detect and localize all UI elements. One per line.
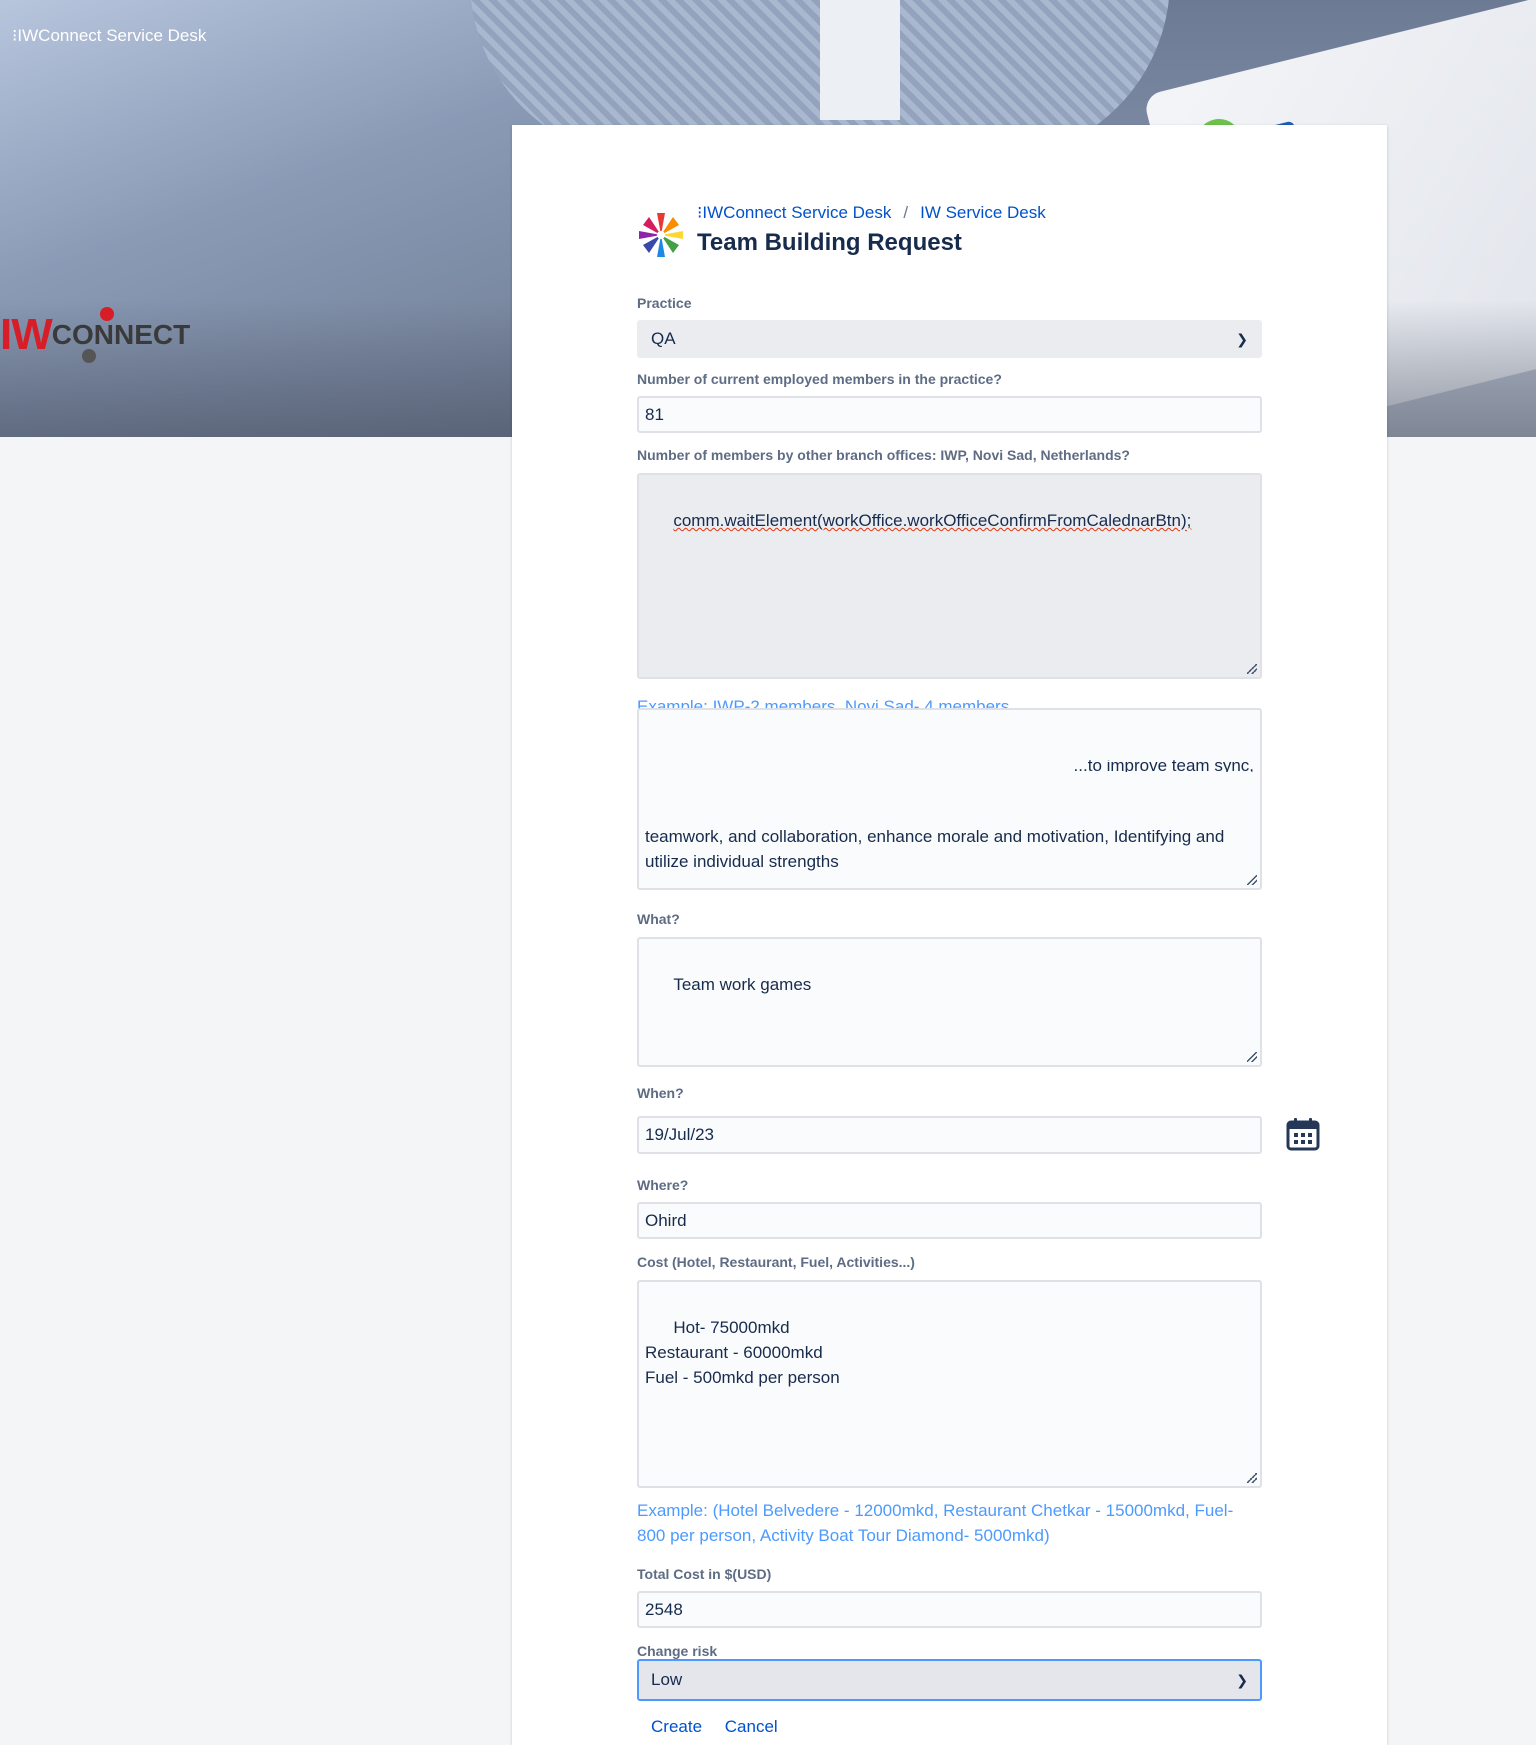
cancel-button[interactable]: Cancel bbox=[725, 1717, 778, 1736]
goals-textarea[interactable]: ...to improve team sync, teamwork, and c… bbox=[637, 708, 1262, 890]
branch-members-value: comm.waitElement(workOffice.workOfficeCo… bbox=[673, 511, 1192, 530]
resize-handle-icon[interactable] bbox=[1247, 664, 1257, 674]
breadcrumb: ⁝IWConnect Service Desk / IW Service Desk bbox=[697, 203, 1046, 223]
page-title: Team Building Request bbox=[697, 229, 962, 256]
breadcrumb-service-desk-link[interactable]: IW Service Desk bbox=[920, 203, 1046, 222]
when-label: When? bbox=[637, 1085, 684, 1101]
where-input[interactable]: Ohird bbox=[637, 1202, 1262, 1239]
practice-select[interactable]: QA ❯ bbox=[637, 320, 1262, 358]
request-form-card: ⁝IWConnect Service Desk / IW Service Desk … bbox=[512, 125, 1387, 1745]
resize-handle-icon[interactable] bbox=[1247, 1473, 1257, 1483]
calendar-icon[interactable] bbox=[1285, 1116, 1321, 1152]
cost-value: Hot- 75000mkd Restaurant - 60000mkd Fuel… bbox=[645, 1318, 840, 1387]
when-date-input[interactable]: 19/Jul/23 bbox=[637, 1116, 1262, 1154]
branch-members-label: Number of members by other branch office… bbox=[637, 447, 1130, 463]
practice-label: Practice bbox=[637, 295, 692, 311]
banner-photo-shirt bbox=[820, 0, 900, 120]
portal-avatar-icon bbox=[639, 213, 683, 257]
what-textarea[interactable]: Team work games bbox=[637, 937, 1262, 1067]
total-cost-input[interactable]: 2548 bbox=[637, 1591, 1262, 1628]
iwconnect-logo: IW CONNECT bbox=[0, 305, 190, 365]
change-risk-label: Change risk bbox=[637, 1643, 718, 1659]
goals-value: teamwork, and collaboration, enhance mor… bbox=[645, 827, 1230, 871]
cost-help: Example: (Hotel Belvedere - 12000mkd, Re… bbox=[637, 1501, 1234, 1545]
chevron-down-icon: ❯ bbox=[1236, 330, 1248, 347]
portal-header: ⁝IWConnect Service Desk / IW Service Desk … bbox=[637, 203, 1262, 263]
what-value: Team work games bbox=[673, 975, 812, 994]
change-risk-value: Low bbox=[651, 1670, 683, 1689]
form-actions: Create Cancel bbox=[637, 1717, 778, 1737]
members-input[interactable]: 81 bbox=[637, 396, 1262, 433]
breadcrumb-separator: / bbox=[903, 203, 909, 222]
branch-members-textarea[interactable]: comm.waitElement(workOffice.workOfficeCo… bbox=[637, 473, 1262, 679]
goals-overflow-line: ...to improve team sync, bbox=[1073, 760, 1254, 772]
create-button[interactable]: Create bbox=[651, 1717, 702, 1736]
change-risk-select[interactable]: Low ❯ bbox=[637, 1659, 1262, 1701]
resize-handle-icon[interactable] bbox=[1247, 875, 1257, 885]
chevron-down-icon: ❯ bbox=[1236, 1671, 1248, 1688]
resize-handle-icon[interactable] bbox=[1247, 1052, 1257, 1062]
cost-textarea[interactable]: Hot- 75000mkd Restaurant - 60000mkd Fuel… bbox=[637, 1280, 1262, 1488]
breadcrumb-portal-link[interactable]: ⁝IWConnect Service Desk bbox=[697, 203, 891, 222]
practice-select-value: QA bbox=[651, 329, 676, 348]
brand-link[interactable]: ⁝IWConnect Service Desk bbox=[12, 26, 206, 46]
where-label: Where? bbox=[637, 1177, 689, 1193]
members-label: Number of current employed members in th… bbox=[637, 371, 1002, 387]
what-label: What? bbox=[637, 911, 680, 927]
cost-label: Cost (Hotel, Restaurant, Fuel, Activitie… bbox=[637, 1254, 915, 1270]
total-cost-label: Total Cost in $(USD) bbox=[637, 1566, 772, 1582]
